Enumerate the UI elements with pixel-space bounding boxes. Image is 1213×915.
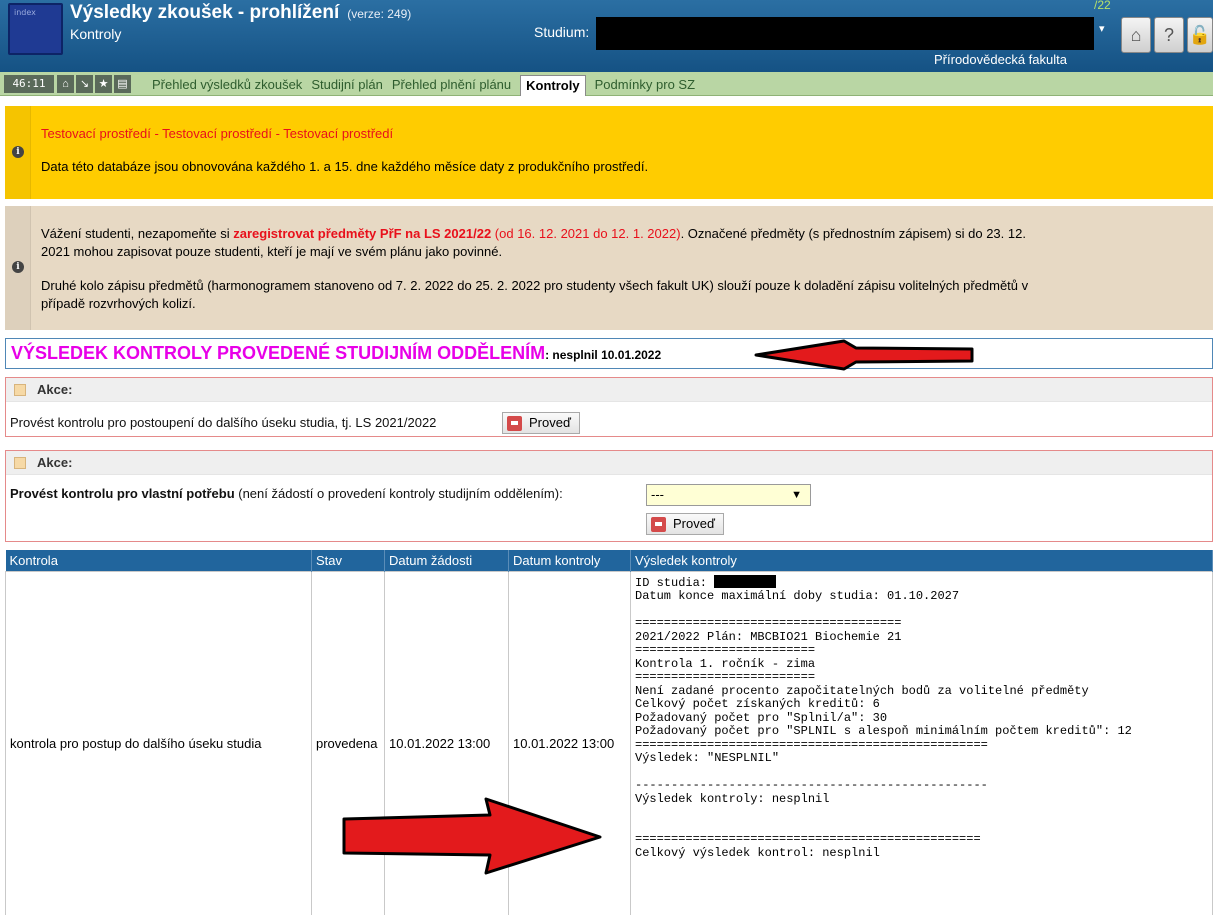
chevron-down-icon: ▼	[791, 489, 802, 501]
app-subtitle: Kontroly	[70, 26, 122, 42]
tab-studijni-plan[interactable]: Studijní plán	[311, 77, 383, 92]
app-header: index Výsledky zkoušek - prohlížení (verz…	[0, 0, 1213, 72]
akce-header: Akce:	[6, 378, 1212, 402]
execute-icon	[651, 517, 666, 532]
akce-box-vlastni: Akce: Provést kontrolu pro vlastní potře…	[5, 450, 1213, 542]
table-header-row: Kontrola Stav Datum žádosti Datum kontro…	[5, 550, 1213, 571]
collapse-icon[interactable]: ↘	[76, 75, 93, 93]
tab-podminky-sz[interactable]: Podmínky pro SZ	[595, 77, 695, 92]
faculty-name: Přírodovědecká fakulta	[934, 52, 1067, 67]
provest-label: Proveď	[529, 415, 571, 430]
annotation-arrow-left	[754, 339, 974, 371]
col-vysledek[interactable]: Výsledek kontroly	[630, 550, 1213, 571]
col-stav[interactable]: Stav	[311, 550, 385, 571]
control-result-heading: VÝSLEDEK KONTROLY PROVEDENÉ STUDIJNÍM OD…	[11, 343, 546, 363]
notice-paragraph-2: Druhé kolo zápisu předmětů (harmonograme…	[41, 278, 1029, 293]
info-icon: i	[12, 261, 24, 273]
col-datum-kontroly[interactable]: Datum kontroly	[508, 550, 631, 571]
kontroly-table: Kontrola Stav Datum žádosti Datum kontro…	[5, 550, 1213, 915]
result-text: Datum konce maximální doby studia: 01.10…	[635, 589, 1132, 860]
logo-label: index	[14, 8, 36, 17]
tab-kontroly[interactable]: Kontroly	[520, 75, 586, 96]
notice-title: Testovací prostředí - Testovací prostřed…	[41, 126, 394, 141]
p1-dates: (od 16. 12. 2021 do 12. 1. 2022)	[491, 226, 681, 241]
app-title: Výsledky zkoušek - prohlížení (verze: 249…	[70, 2, 411, 24]
provest-label: Proveď	[673, 516, 715, 531]
studium-label: Studium:	[534, 24, 590, 40]
akce-vlastni-text: Provést kontrolu pro vlastní potřebu (ne…	[10, 486, 563, 501]
index-logo: index	[8, 3, 63, 55]
notice-info-area: i	[5, 106, 31, 199]
p1-pre: Vážení studenti, nezapomeňte si	[41, 226, 234, 241]
studium-select[interactable]	[596, 17, 1094, 50]
notice-paragraph-1: Vážení studenti, nezapomeňte si zaregist…	[41, 225, 1201, 242]
akce-header: Akce:	[6, 451, 1212, 475]
notice-text: Data této databáze jsou obnovována každé…	[41, 159, 649, 174]
col-datum-zadosti[interactable]: Datum žádosti	[384, 550, 509, 571]
register-link[interactable]: zaregistrovat předměty PřF na LS 2021/22	[233, 226, 491, 241]
table-row: kontrola pro postup do dalšího úseku stu…	[5, 570, 1213, 915]
akce-title: Akce:	[37, 455, 73, 470]
home-icon[interactable]: ⌂	[1121, 17, 1151, 53]
akce-box-postup: Akce: Provést kontrolu pro postoupení do…	[5, 377, 1213, 437]
nav-tabs: Přehled výsledků zkoušek Studijní plán P…	[152, 72, 704, 96]
p1-post: . Označené předměty (s přednostním zápis…	[680, 226, 1026, 241]
select-value: ---	[651, 487, 664, 502]
control-result-banner: VÝSLEDEK KONTROLY PROVEDENÉ STUDIJNÍM OD…	[5, 338, 1213, 369]
provest-vlastni-button[interactable]: Proveď	[646, 513, 724, 535]
col-kontrola[interactable]: Kontrola	[5, 550, 312, 571]
home-nav-icon[interactable]: ⌂	[57, 75, 74, 93]
akce-vlastni-rest: (není žádostí o provedení kontroly studi…	[234, 486, 563, 501]
chevron-down-icon[interactable]: ▾	[1099, 22, 1111, 46]
tab-prehled-plneni[interactable]: Přehled plnění plánu	[392, 77, 511, 92]
notice-info-area: i	[5, 206, 31, 330]
provest-postup-button[interactable]: Proveď	[502, 412, 580, 434]
session-timer: 46:11	[4, 75, 54, 93]
studium-fragment: /22	[1094, 0, 1111, 12]
test-environment-notice: i Testovací prostředí - Testovací prostř…	[5, 106, 1213, 199]
notice-paragraph-1-line2: 2021 mohou zapisovat pouze studenti, kte…	[41, 244, 503, 259]
app-version: (verze: 249)	[347, 7, 412, 21]
lock-icon[interactable]: 🔓	[1187, 17, 1213, 53]
nav-bar: 46:11 ⌂ ↘ ★ ▤ Přehled výsledků zkoušek S…	[0, 72, 1213, 96]
expand-icon[interactable]	[14, 457, 26, 469]
help-icon[interactable]: ?	[1154, 17, 1184, 53]
execute-icon	[507, 416, 522, 431]
akce-title: Akce:	[37, 382, 73, 397]
info-icon: i	[12, 145, 24, 158]
cell-kontrola: kontrola pro postup do dalšího úseku stu…	[5, 570, 312, 915]
annotation-arrow-right	[342, 797, 602, 875]
registration-notice: i Vážení studenti, nezapomeňte si zaregi…	[5, 206, 1213, 330]
control-result-title: VÝSLEDEK KONTROLY PROVEDENÉ STUDIJNÍM OD…	[11, 343, 661, 364]
app-title-text: Výsledky zkoušek - prohlížení	[70, 2, 340, 23]
control-result-value: : nesplnil 10.01.2022	[545, 348, 662, 362]
result-id-label: ID studia:	[635, 575, 715, 590]
print-icon[interactable]: ▤	[114, 75, 131, 93]
kontrola-type-select[interactable]: --- ▼	[646, 484, 811, 506]
expand-icon[interactable]	[14, 384, 26, 396]
cell-vysledek: ID studia: Datum konce maximální doby st…	[630, 570, 1213, 915]
akce-vlastni-bold: Provést kontrolu pro vlastní potřebu	[10, 486, 235, 501]
notice-paragraph-2-line2: případě rozvrhových kolizí.	[41, 296, 196, 311]
favorite-star-icon[interactable]: ★	[95, 75, 112, 93]
redacted-id	[714, 574, 777, 588]
akce-postup-text: Provést kontrolu pro postoupení do další…	[10, 415, 437, 430]
tab-prehled-vysledku[interactable]: Přehled výsledků zkoušek	[152, 77, 302, 92]
